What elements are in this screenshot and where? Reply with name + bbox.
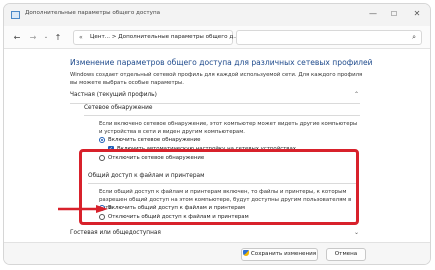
radio-enable-discovery[interactable]: Включить сетевое обнаружение [99, 137, 200, 143]
window: Дополнительные параметры общего доступа … [3, 3, 431, 265]
divider [70, 103, 360, 104]
chevron-down-icon[interactable]: ⌄ [214, 34, 218, 40]
save-changes-button[interactable]: Сохранить изменения [241, 248, 318, 261]
control-panel-icon [11, 11, 20, 19]
search-icon: ⌕ [412, 33, 416, 41]
maximize-button[interactable]: ☐ [386, 8, 402, 20]
divider [84, 115, 360, 116]
private-profile-header[interactable]: Частная (текущий профиль) [70, 92, 157, 98]
chevron-up-icon[interactable]: ⌃ [354, 91, 359, 98]
shield-icon [242, 250, 249, 256]
title-bar: Дополнительные параметры общего доступа … [4, 4, 430, 26]
back-button[interactable]: ← [10, 31, 24, 44]
address-bar: ← → ⌄ ↑ « Цент... > Дополнительные парам… [4, 26, 430, 49]
close-button[interactable]: ✕ [409, 8, 425, 20]
page-title: Изменение параметров общего доступа для … [70, 58, 373, 67]
page-description: Windows создает отдельный сетевой профил… [70, 72, 363, 86]
overflow-chevron-icon[interactable]: « [79, 34, 83, 41]
guest-profile-header[interactable]: Гостевая или общедоступная [70, 230, 161, 236]
red-arrow-icon [58, 205, 108, 213]
highlight-frame [79, 149, 359, 225]
network-discovery-header: Сетевое обнаружение [84, 105, 153, 111]
window-title: Дополнительные параметры общего доступа [25, 10, 161, 16]
search-input[interactable]: ⌕ [236, 30, 422, 45]
cancel-button[interactable]: Отмена [326, 248, 366, 261]
footer-bar: Сохранить изменения Отмена [4, 242, 430, 264]
breadcrumb[interactable]: « Цент... > Дополнительные параметры общ… [73, 30, 248, 46]
radio-label: Включить сетевое обнаружение [108, 137, 201, 143]
chevron-down-icon[interactable]: ⌄ [354, 229, 359, 236]
radio-selected-icon[interactable] [99, 137, 105, 143]
up-button[interactable]: ↑ [51, 31, 65, 44]
network-discovery-text: Если включено сетевое обнаружение, этот … [99, 121, 358, 135]
minimize-button[interactable]: — [365, 8, 381, 20]
forward-button[interactable]: → [26, 31, 40, 44]
save-button-label: Сохранить изменения [250, 251, 317, 257]
